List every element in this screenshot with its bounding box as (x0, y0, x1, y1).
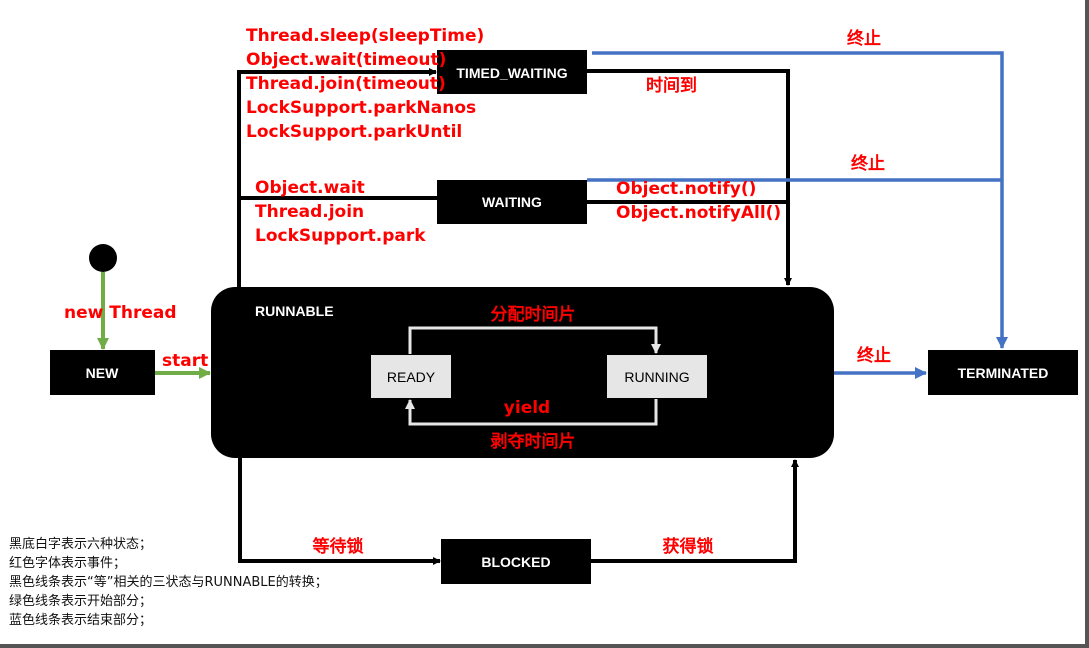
state-new[interactable]: NEW (50, 350, 155, 395)
legend-line: 红色字体表示事件； (9, 556, 127, 571)
frame-shadow-right (1085, 0, 1089, 648)
event-waiting-entry-2: LockSupport.park (255, 226, 426, 246)
state-ready-label: READY (387, 369, 436, 385)
state-timed-waiting[interactable]: TIMED_WAITING (437, 50, 587, 94)
event-terminate-waiting: 终止 (851, 153, 885, 174)
legend-line: 黑底白字表示六种状态； (9, 537, 153, 552)
event-terminate-timed: 终止 (847, 28, 881, 49)
legend-line: 蓝色线条表示结束部分； (9, 613, 153, 628)
state-ready[interactable]: READY (371, 355, 451, 398)
event-start: start (162, 351, 208, 371)
edge-timed-waiting-to-runnable (587, 69, 792, 286)
state-blocked-label: BLOCKED (481, 554, 550, 570)
event-waiting-exit-1: Object.notifyAll() (616, 203, 781, 223)
event-terminate-runnable: 终止 (857, 345, 891, 366)
event-timed-entry-4: LockSupport.parkUntil (246, 122, 462, 142)
event-acquire-lock: 获得锁 (663, 536, 714, 557)
event-waiting-entry-1: Thread.join (255, 202, 364, 222)
event-timed-entry-0: Thread.sleep(sleepTime) (246, 26, 484, 46)
state-new-label: NEW (86, 365, 119, 381)
state-running[interactable]: RUNNING (607, 355, 707, 398)
event-timed-entry-3: LockSupport.parkNanos (246, 98, 476, 118)
event-allocate-slice: 分配时间片 (491, 304, 576, 325)
legend-line: 绿色线条表示开始部分； (9, 594, 153, 609)
state-blocked[interactable]: BLOCKED (441, 539, 591, 584)
event-timed-entry-1: Object.wait(timeout) (246, 50, 446, 70)
state-terminated-label: TERMINATED (958, 365, 1049, 381)
event-time-up: 时间到 (646, 75, 697, 96)
state-timed-waiting-label: TIMED_WAITING (456, 65, 567, 81)
state-terminated[interactable]: TERMINATED (928, 350, 1078, 395)
event-waiting-exit-0: Object.notify() (616, 179, 756, 199)
frame-shadow-bottom (0, 644, 1089, 648)
initial-state-dot (89, 244, 117, 272)
legend-line: 黑色线条表示“等”相关的三状态与RUNNABLE的转换； (9, 575, 328, 590)
event-new-thread: new Thread (64, 303, 177, 323)
state-waiting[interactable]: WAITING (437, 180, 587, 224)
state-runnable-label: RUNNABLE (255, 303, 334, 319)
event-yield: yield (504, 398, 550, 418)
legend: 黑底白字表示六种状态； 红色字体表示事件； 黑色线条表示“等”相关的三状态与RU… (9, 535, 328, 630)
state-waiting-label: WAITING (482, 194, 542, 210)
state-running-label: RUNNING (624, 369, 689, 385)
event-waiting-entry-0: Object.wait (255, 178, 365, 198)
event-timed-entry-2: Thread.join(timeout) (246, 74, 446, 94)
event-revoke-slice: 剥夺时间片 (491, 431, 576, 452)
